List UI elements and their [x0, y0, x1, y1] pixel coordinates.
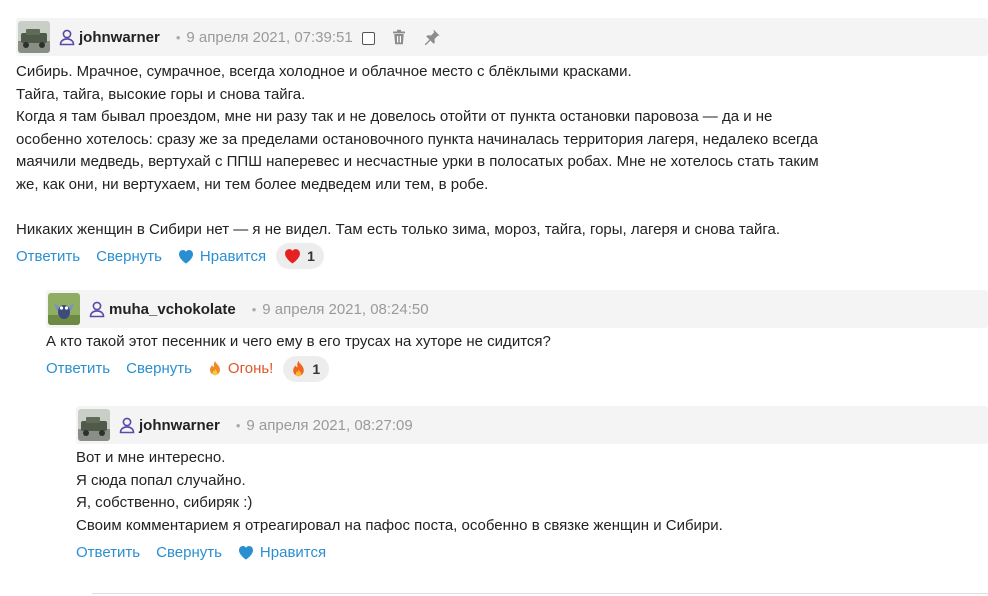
select-checkbox[interactable]	[361, 32, 375, 45]
comment: johnwarner • 9 апреля 2021, 07:39:51 Сиб…	[16, 18, 988, 270]
user-icon	[118, 416, 136, 434]
comment-date[interactable]: 9 апреля 2021, 08:27:09	[246, 417, 412, 434]
fire-icon	[208, 360, 222, 377]
comment-date[interactable]: 9 апреля 2021, 07:39:51	[186, 29, 352, 46]
heart-icon	[178, 249, 194, 264]
comment-line: маячили медведь, вертухай с ППШ напереве…	[16, 153, 819, 170]
user-icon	[88, 300, 106, 318]
comment: johnwarner • 9 апреля 2021, 08:27:09 Вот…	[76, 406, 988, 566]
trash-icon[interactable]	[390, 28, 408, 46]
pin-icon[interactable]	[423, 28, 441, 46]
comment-line: особенно хотелось: сразу же за пределами…	[16, 130, 818, 148]
username[interactable]: johnwarner	[139, 417, 220, 434]
reaction-badge[interactable]: 1	[276, 243, 324, 269]
comment-line: Тайга, тайга, высокие горы и снова тайга…	[16, 85, 306, 103]
comment: muha_vchokolate • 9 апреля 2021, 08:24:5…	[46, 290, 988, 383]
comment-line: Когда я там бывал проездом, мне ни разу …	[16, 108, 773, 125]
reply-button[interactable]: Ответить	[46, 360, 110, 377]
collapse-button[interactable]: Свернуть	[126, 360, 192, 377]
like-label: Нравится	[199, 247, 267, 265]
reply-button[interactable]: Ответить	[16, 248, 80, 265]
heart-icon	[284, 248, 301, 264]
comment-header: johnwarner • 9 апреля 2021, 08:27:09	[76, 406, 988, 444]
like-button[interactable]: Нравится	[238, 544, 326, 561]
like-button[interactable]: Нравится	[178, 248, 266, 265]
comment-actions: Ответить Свернуть Огонь! 1	[46, 355, 988, 383]
comment-line: Своим комментарием я отреагировал на паф…	[76, 516, 723, 534]
comment-text: Вот и мне интересно. Я сюда попал случай…	[76, 447, 988, 537]
avatar[interactable]	[78, 409, 110, 441]
comment-line: же, как они, ни вертухаем, ни тем более …	[16, 175, 489, 193]
like-label: Нравится	[259, 543, 327, 561]
comment-line: Никаких женщин в Сибири нет — я не видел…	[16, 220, 780, 238]
user-icon	[58, 28, 76, 46]
avatar[interactable]	[18, 21, 50, 53]
comment-text: Сибирь. Мрачное, сумрачное, всегда холод…	[16, 61, 988, 241]
comment-text: А кто такой этот песенник и чего ему в е…	[46, 331, 988, 354]
comment-header: muha_vchokolate • 9 апреля 2021, 08:24:5…	[46, 290, 988, 328]
comment-line: Сибирь. Мрачное, сумрачное, всегда холод…	[16, 63, 632, 80]
comment-line: А кто такой этот песенник и чего ему в е…	[46, 333, 551, 350]
divider	[92, 593, 988, 594]
comment-line: Вот и мне интересно.	[76, 449, 226, 466]
reaction-count: 1	[307, 248, 315, 264]
comment-actions: Ответить Свернуть Нравится	[76, 538, 988, 566]
comment-line: Я, собственно, сибиряк :)	[76, 494, 253, 511]
collapse-button[interactable]: Свернуть	[96, 248, 162, 265]
username[interactable]: muha_vchokolate	[109, 301, 236, 318]
separator-dot: •	[235, 417, 241, 433]
comment-actions: Ответить Свернуть Нравится 1	[16, 242, 988, 270]
heart-icon	[238, 545, 254, 560]
comment-header: johnwarner • 9 апреля 2021, 07:39:51	[16, 18, 988, 56]
comment-date[interactable]: 9 апреля 2021, 08:24:50	[262, 301, 428, 318]
separator-dot: •	[175, 29, 181, 45]
comment-line: Я сюда попал случайно.	[76, 471, 246, 489]
reaction-count: 1	[312, 360, 321, 377]
reaction-badge[interactable]: 1	[283, 355, 330, 382]
fire-label: Огонь!	[227, 360, 274, 377]
username[interactable]: johnwarner	[79, 29, 160, 46]
reply-button[interactable]: Ответить	[76, 544, 140, 561]
collapse-button[interactable]: Свернуть	[156, 544, 222, 561]
fire-icon	[291, 360, 306, 378]
separator-dot: •	[251, 301, 257, 317]
fire-button[interactable]: Огонь!	[208, 360, 273, 377]
avatar[interactable]	[48, 293, 80, 325]
